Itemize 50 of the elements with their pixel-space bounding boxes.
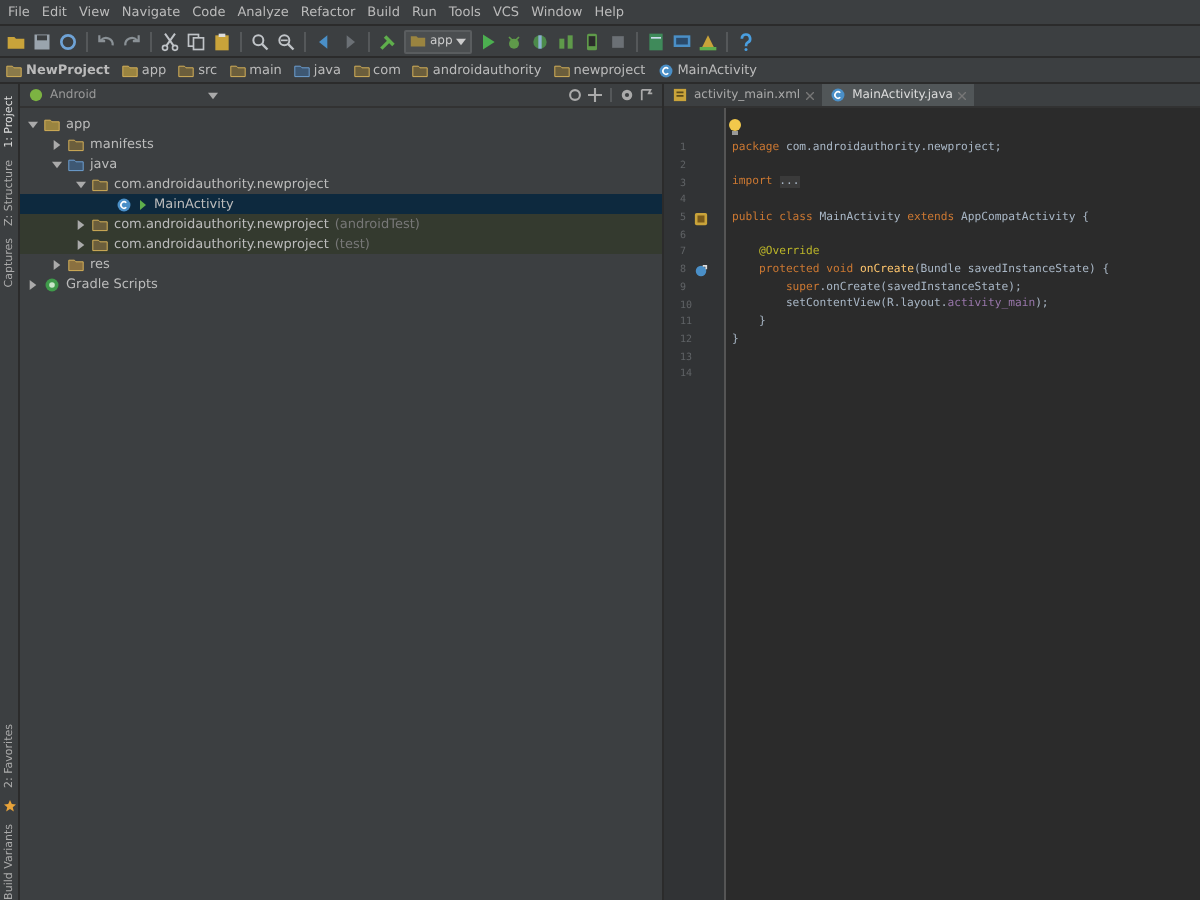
caret-icon [208, 91, 218, 99]
override-marker-icon [694, 263, 709, 278]
folder-icon [412, 63, 429, 77]
expand-arrow-icon[interactable] [28, 279, 38, 289]
close-icon[interactable] [806, 91, 815, 99]
android-icon [28, 88, 44, 102]
module-folder-icon [44, 117, 60, 131]
replace-icon[interactable] [276, 31, 296, 51]
paste-icon[interactable] [212, 31, 232, 51]
coverage-icon[interactable] [530, 31, 551, 51]
collapse-arrow-icon[interactable] [76, 179, 86, 189]
copy-icon[interactable] [186, 31, 206, 51]
folder-icon [68, 137, 84, 151]
collapse-arrow-icon[interactable] [28, 119, 38, 129]
sync-gradle-icon[interactable] [646, 31, 667, 51]
run-icon[interactable] [478, 31, 499, 51]
device-icon[interactable] [582, 31, 603, 51]
class-icon [830, 88, 847, 102]
folder-icon [178, 63, 195, 77]
folder-icon [553, 63, 570, 77]
open-folder-icon[interactable] [6, 31, 26, 51]
implemented-marker-icon [694, 211, 709, 226]
help-icon[interactable] [736, 31, 757, 51]
module-folder-icon [121, 63, 138, 77]
source-folder-icon [293, 63, 310, 77]
debug-icon[interactable] [504, 31, 525, 51]
collapse-arrow-icon[interactable] [52, 159, 62, 169]
undo-icon[interactable] [96, 31, 116, 51]
star-icon [3, 800, 15, 813]
sdk-manager-icon[interactable] [698, 31, 719, 51]
redo-icon[interactable] [122, 31, 142, 51]
class-icon [657, 63, 674, 77]
gradle-icon [44, 277, 60, 291]
expand-arrow-icon[interactable] [52, 259, 62, 269]
expand-arrow-icon[interactable] [52, 139, 62, 149]
folder-icon [6, 63, 22, 77]
folder-icon [353, 63, 370, 77]
monitor-icon[interactable] [672, 31, 693, 51]
save-icon[interactable] [32, 31, 52, 51]
module-folder-icon [410, 34, 426, 48]
source-folder-icon [68, 157, 84, 171]
folder-icon [229, 63, 246, 77]
hammer-icon[interactable] [378, 31, 398, 51]
layout-file-icon [672, 88, 688, 102]
activity-marker-icon [138, 197, 148, 211]
caret-icon [456, 37, 467, 45]
class-icon [116, 197, 132, 211]
search-icon[interactable] [250, 31, 270, 51]
cut-icon[interactable] [160, 31, 180, 51]
lightbulb-icon[interactable] [728, 118, 742, 136]
